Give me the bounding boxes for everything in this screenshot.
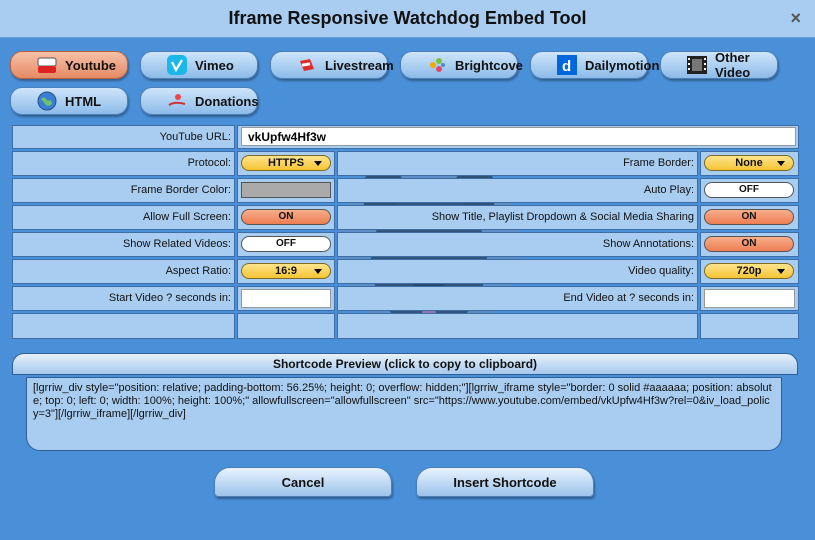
show-annotations-label: Show Annotations:	[602, 238, 694, 250]
tab-vimeo[interactable]: Vimeo	[140, 51, 258, 79]
shortcode-preview-header[interactable]: Shortcode Preview (click to copy to clip…	[12, 353, 798, 375]
tab-label: Donations	[195, 93, 259, 109]
vimeo-icon	[167, 55, 187, 75]
protocol-label: Protocol:	[187, 157, 231, 169]
end-video-input[interactable]	[704, 289, 795, 308]
video-quality-label: Video quality:	[628, 265, 694, 277]
aspect-ratio-label: Aspect Ratio:	[165, 265, 231, 277]
start-video-label: Start Video ? seconds in:	[108, 292, 231, 304]
caret-down-icon	[314, 161, 322, 166]
youtube-icon	[37, 55, 57, 75]
tab-donations[interactable]: Donations	[140, 87, 259, 115]
show-title-label: Show Title, Playlist Dropdown & Social M…	[431, 211, 694, 223]
frame-border-value: None	[735, 157, 763, 169]
insert-shortcode-button[interactable]: Insert Shortcode	[416, 467, 594, 497]
show-related-toggle[interactable]: OFF	[241, 236, 331, 252]
show-related-label: Show Related Videos:	[122, 238, 231, 250]
frame-border-color-label: Frame Border Color:	[130, 184, 231, 196]
tab-html[interactable]: HTML	[10, 87, 128, 115]
tab-label: HTML	[65, 93, 102, 109]
frame-border-color-swatch[interactable]	[241, 182, 331, 198]
start-video-input[interactable]	[241, 289, 331, 308]
caret-down-icon	[777, 161, 785, 166]
aspect-ratio-value: 16:9	[274, 265, 298, 277]
frame-border-label: Frame Border:	[623, 157, 694, 169]
brightcove-icon	[427, 55, 447, 75]
youtube-url-input[interactable]: vkUpfw4Hf3w	[241, 127, 796, 146]
tab-label: Brightcove	[455, 57, 523, 73]
close-icon[interactable]: ×	[790, 8, 801, 29]
tab-dailymotion[interactable]: d Dailymotion	[530, 51, 659, 79]
cell	[337, 313, 698, 339]
show-annotations-toggle[interactable]: ON	[704, 236, 794, 252]
donations-icon	[167, 91, 187, 111]
protocol-value: HTTPS	[267, 157, 305, 169]
film-icon	[687, 55, 707, 75]
globe-icon	[37, 91, 57, 111]
tab-label: Vimeo	[195, 57, 234, 73]
caret-down-icon	[314, 269, 322, 274]
tab-livestream[interactable]: Livestream	[270, 51, 394, 79]
tab-other-video[interactable]: Other Video	[660, 50, 778, 80]
dailymotion-icon: d	[557, 55, 577, 75]
tab-youtube[interactable]: Youtube	[10, 51, 128, 79]
show-title-toggle[interactable]: ON	[704, 209, 794, 225]
cell	[237, 313, 335, 339]
protocol-select[interactable]: HTTPS	[241, 155, 331, 171]
shortcode-preview-text[interactable]: [lgrriw_div style="position: relative; p…	[26, 377, 782, 451]
cell	[12, 313, 235, 339]
autoplay-toggle[interactable]: OFF	[704, 182, 794, 198]
window-title: Iframe Responsive Watchdog Embed Tool	[228, 8, 587, 28]
youtube-url-label: YouTube URL:	[159, 131, 231, 143]
video-quality-select[interactable]: 720p	[704, 263, 794, 279]
tab-brightcove[interactable]: Brightcove	[400, 51, 523, 79]
end-video-label: End Video at ? seconds in:	[563, 292, 694, 304]
allow-fullscreen-label: Allow Full Screen:	[142, 211, 231, 223]
frame-border-select[interactable]: None	[704, 155, 794, 171]
svg-text:d: d	[562, 58, 571, 75]
livestream-icon	[297, 55, 317, 75]
caret-down-icon	[777, 269, 785, 274]
allow-fullscreen-toggle[interactable]: ON	[241, 209, 331, 225]
cancel-button[interactable]: Cancel	[214, 467, 392, 497]
cell	[700, 313, 799, 339]
video-quality-value: 720p	[736, 265, 762, 277]
title-bar: Iframe Responsive Watchdog Embed Tool ×	[0, 0, 815, 38]
tab-label: Other Video	[715, 50, 751, 80]
tab-label: Dailymotion	[585, 57, 660, 73]
tab-label: Youtube	[65, 57, 117, 73]
aspect-ratio-select[interactable]: 16:9	[241, 263, 331, 279]
tab-label: Livestream	[325, 57, 394, 73]
autoplay-label: Auto Play:	[643, 184, 694, 196]
